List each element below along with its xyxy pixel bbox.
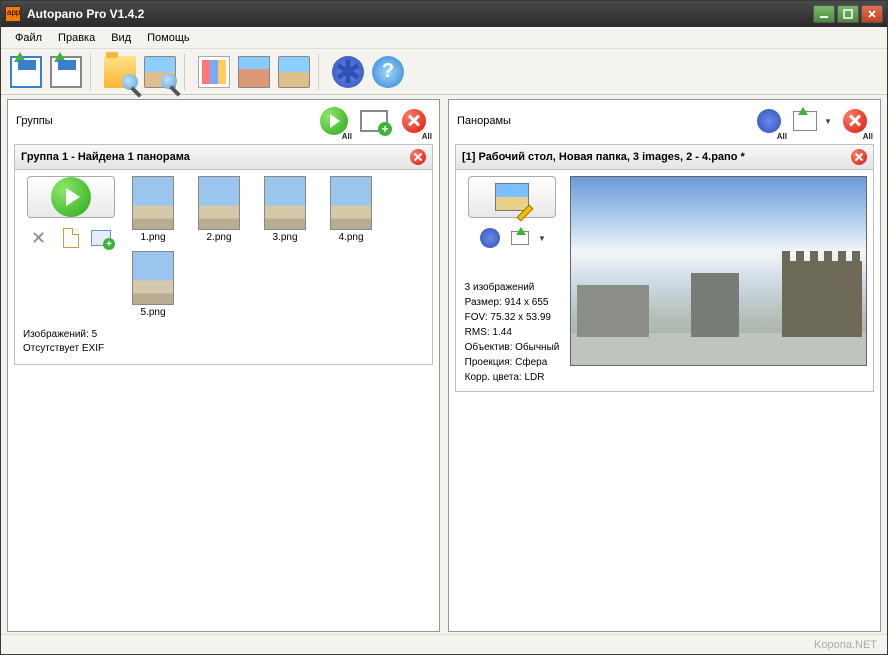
group-exif-status: Отсутствует EXIF [23,342,424,356]
thumbnail-label: 5.png [140,307,165,318]
edit-panorama-button[interactable] [468,176,556,218]
view-grid-button[interactable] [195,53,233,91]
group-tool-row [29,226,113,250]
info-image-count: 3 изображений [465,280,560,295]
panoramas-panel: Панорамы All ▼ All [1] Рабочий стол, Нов… [448,99,881,632]
panorama-info: 3 изображений Размер: 914 x 655 FOV: 75.… [465,280,560,385]
group-footer: Изображений: 5 Отсутствует EXIF [15,324,432,364]
group-title: Группа 1 - Найдена 1 панорама [21,151,190,163]
export-panorama-button[interactable] [508,226,532,250]
info-fov: FOV: 75.32 x 53.99 [465,310,560,325]
panorama-tool-row: ▼ [478,226,546,250]
groups-panel-header: Группы All All [8,100,439,142]
thumbnail[interactable]: 1.png [129,176,177,243]
menu-help[interactable]: Помощь [139,30,198,46]
export-button[interactable] [792,108,818,134]
panoramas-panel-header: Панорамы All ▼ All [449,100,880,142]
minimize-button[interactable] [813,5,835,23]
settings-button[interactable] [329,53,367,91]
menu-edit[interactable]: Правка [50,30,103,46]
group-settings-button[interactable] [29,226,53,250]
close-panorama-button[interactable] [851,149,867,165]
thumbnail-label: 4.png [338,232,363,243]
view-pano-button[interactable] [275,53,313,91]
thumbnail-image [132,176,174,230]
save-template-button[interactable] [47,53,85,91]
thumbnail-label: 3.png [272,232,297,243]
thumbnail[interactable]: 5.png [129,251,177,318]
toolbar-separator [318,54,324,90]
group-box: Группа 1 - Найдена 1 панорама 1.png [14,144,433,365]
info-size: Размер: 914 x 655 [465,295,560,310]
preview-building [691,273,739,337]
groups-panel: Группы All All Группа 1 - Найдена 1 пано… [7,99,440,632]
new-group-button[interactable] [357,104,391,138]
detect-all-button[interactable]: All [317,104,351,138]
main-toolbar [1,49,887,95]
info-color-correction: Корр. цвета: LDR [465,370,560,385]
detect-group-button[interactable] [27,176,115,218]
info-lens: Объектив: Обычный [465,340,560,355]
panorama-body: ▼ 3 изображений Размер: 914 x 655 FOV: 7… [456,170,873,391]
export-dropdown-icon[interactable]: ▼ [824,117,832,126]
panorama-title-bar: [1] Рабочий стол, Новая папка, 3 images,… [456,145,873,170]
thumbnail-image [198,176,240,230]
view-strip-button[interactable] [235,53,273,91]
watermark-text: Kopona.NET [814,639,877,651]
groups-label: Группы [16,115,53,127]
window-title: Autopano Pro V1.4.2 [27,7,813,21]
thumbnail[interactable]: 3.png [261,176,309,243]
preview-ground [571,333,866,365]
group-title-bar: Группа 1 - Найдена 1 панорама [15,145,432,170]
thumbnail[interactable]: 2.png [195,176,243,243]
thumbnail-label: 2.png [206,232,231,243]
menu-file[interactable]: Файл [7,30,50,46]
render-all-button[interactable]: All [752,104,786,138]
export-panorama-dropdown-icon[interactable]: ▼ [538,226,546,250]
panorama-box: [1] Рабочий стол, Новая папка, 3 images,… [455,144,874,392]
panorama-title: [1] Рабочий стол, Новая папка, 3 images,… [462,151,745,163]
help-button[interactable] [369,53,407,91]
thumbnail-image [264,176,306,230]
group-thumbnails: 1.png 2.png 3.png 4.png 5.png [129,176,426,318]
open-image-button[interactable] [141,53,179,91]
close-group-button[interactable] [410,149,426,165]
app-icon [5,6,21,22]
thumbnail-image [330,176,372,230]
group-body: 1.png 2.png 3.png 4.png 5.png [15,170,432,324]
panorama-controls: ▼ 3 изображений Размер: 914 x 655 FOV: 7… [462,176,562,385]
group-image-count: Изображений: 5 [23,328,424,342]
delete-all-groups-button[interactable]: All [397,104,431,138]
group-controls [21,176,121,318]
menu-view[interactable]: Вид [103,30,139,46]
open-folder-button[interactable] [101,53,139,91]
maximize-button[interactable] [837,5,859,23]
menubar: Файл Правка Вид Помощь [1,27,887,49]
thumbnail-label: 1.png [140,232,165,243]
render-panorama-button[interactable] [478,226,502,250]
add-images-button[interactable] [89,226,113,250]
delete-all-panos-button[interactable]: All [838,104,872,138]
panoramas-label: Панорамы [457,115,511,127]
work-area: Группы All All Группа 1 - Найдена 1 пано… [1,95,887,634]
panorama-preview[interactable] [570,176,867,366]
save-project-button[interactable] [7,53,45,91]
titlebar: Autopano Pro V1.4.2 [1,1,887,27]
statusbar: Kopona.NET [1,634,887,654]
close-button[interactable] [861,5,883,23]
toolbar-separator [184,54,190,90]
info-projection: Проекция: Сфера [465,355,560,370]
preview-building [782,261,862,337]
thumbnail-image [132,251,174,305]
info-rms: RMS: 1.44 [465,325,560,340]
preview-building [577,285,649,337]
toolbar-separator [90,54,96,90]
main-window: Autopano Pro V1.4.2 Файл Правка Вид Помо… [0,0,888,655]
window-buttons [813,5,883,23]
thumbnail[interactable]: 4.png [327,176,375,243]
group-properties-button[interactable] [59,226,83,250]
